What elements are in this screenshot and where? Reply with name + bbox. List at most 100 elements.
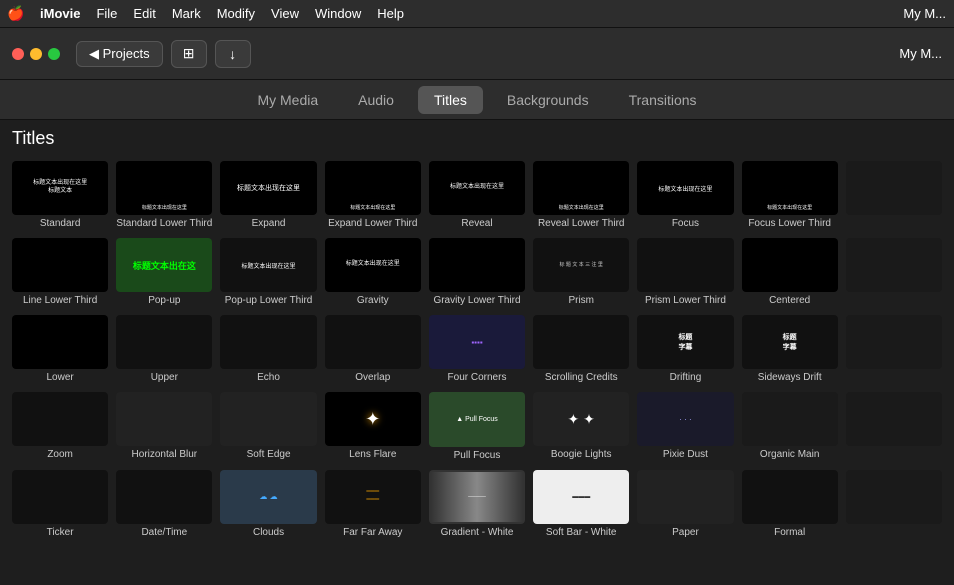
tile-thumb: ══════ bbox=[325, 470, 421, 524]
tile-thumb: ✦ bbox=[325, 392, 421, 446]
tile-zoom[interactable]: Zoom bbox=[12, 392, 108, 461]
tile-popup[interactable]: 标题文本出在这 Pop-up bbox=[116, 238, 212, 307]
tile-echo[interactable]: Echo bbox=[220, 315, 316, 384]
tile-label: Line Lower Third bbox=[23, 295, 97, 307]
tile-upper[interactable]: Upper bbox=[116, 315, 212, 384]
tile-label: Upper bbox=[151, 372, 178, 384]
tile-thumb bbox=[12, 238, 108, 292]
tile-lens-flare[interactable]: ✦ Lens Flare bbox=[325, 392, 421, 461]
tile-prism-lower[interactable]: Prism Lower Third bbox=[637, 238, 733, 307]
tile-lower[interactable]: Lower bbox=[12, 315, 108, 384]
tile-label: Reveal bbox=[461, 218, 492, 230]
tile-drifting[interactable]: 标题字幕 Drifting bbox=[637, 315, 733, 384]
tile-pixie[interactable]: · · · Pixie Dust bbox=[637, 392, 733, 461]
tile-label: Four Corners bbox=[448, 372, 507, 384]
tile-standard-lower[interactable]: 标题文本出现在这里 Standard Lower Third bbox=[116, 161, 212, 230]
tile-label: Horizontal Blur bbox=[132, 449, 198, 461]
tile-partial[interactable] bbox=[846, 315, 942, 384]
tile-thumb bbox=[116, 392, 212, 446]
grid-view-button[interactable]: ⊞ bbox=[171, 40, 207, 68]
projects-button[interactable]: ◀ Projects bbox=[76, 41, 163, 67]
tile-reveal[interactable]: 标题文本出现在这里 Reveal bbox=[429, 161, 525, 230]
tile-popup-lower[interactable]: 标题文本出现在这里 Pop-up Lower Third bbox=[220, 238, 316, 307]
maximize-button[interactable] bbox=[48, 48, 60, 60]
tile-label: Gradient - White bbox=[441, 527, 514, 539]
menu-help[interactable]: Help bbox=[377, 6, 404, 21]
tile-label: Gravity bbox=[357, 295, 389, 307]
menu-window[interactable]: Window bbox=[315, 6, 361, 21]
tile-label: Standard bbox=[40, 218, 81, 230]
toolbar: ◀ Projects ⊞ ↓ My M... bbox=[0, 28, 954, 80]
tile-ticker[interactable]: Ticker bbox=[12, 470, 108, 539]
tile-thumb: 标题文本出现在这里 bbox=[325, 238, 421, 292]
download-button[interactable]: ↓ bbox=[215, 40, 251, 68]
tile-line-lower[interactable]: Line Lower Third bbox=[12, 238, 108, 307]
tile-standard[interactable]: 标题文本出现在这里标题文本 Standard bbox=[12, 161, 108, 230]
tile-datetime[interactable]: Date/Time bbox=[116, 470, 212, 539]
tile-faraway[interactable]: ══════ Far Far Away bbox=[325, 470, 421, 539]
tile-four-corners[interactable]: ▪▪▪▪ Four Corners bbox=[429, 315, 525, 384]
tile-label: Soft Bar - White bbox=[546, 527, 617, 539]
tile-horiz-blur[interactable]: Horizontal Blur bbox=[116, 392, 212, 461]
tile-gradient-white[interactable]: ───── Gradient - White bbox=[429, 470, 525, 539]
tile-scrolling[interactable]: Scrolling Credits bbox=[533, 315, 629, 384]
tile-partial[interactable] bbox=[846, 238, 942, 307]
tile-boogie[interactable]: ✦ ✦ Boogie Lights bbox=[533, 392, 629, 461]
tile-label: Soft Edge bbox=[247, 449, 291, 461]
tile-thumb: 标题文本出现在这里 bbox=[429, 161, 525, 215]
tile-label: Gravity Lower Third bbox=[433, 295, 520, 307]
menu-edit[interactable]: Edit bbox=[133, 6, 155, 21]
tile-sideways[interactable]: 标题字幕 Sideways Drift bbox=[742, 315, 838, 384]
tile-label: Organic Main bbox=[760, 449, 819, 461]
tile-thumb bbox=[846, 392, 942, 446]
tile-formal[interactable]: Formal bbox=[742, 470, 838, 539]
tile-softbar[interactable]: ▬▬▬ Soft Bar - White bbox=[533, 470, 629, 539]
tile-thumb bbox=[12, 392, 108, 446]
tile-clouds[interactable]: ☁ ☁ Clouds bbox=[220, 470, 316, 539]
tile-gravity-lower[interactable]: Gravity Lower Third bbox=[429, 238, 525, 307]
tile-centered[interactable]: Centered bbox=[742, 238, 838, 307]
tile-thumb: 标题文本出现在这里 bbox=[533, 161, 629, 215]
tile-focus[interactable]: 标题文本出现在这里 Focus bbox=[637, 161, 733, 230]
tile-prism[interactable]: 标 题 文 本 三 注 里 Prism bbox=[533, 238, 629, 307]
menu-imovie[interactable]: iMovie bbox=[40, 6, 80, 21]
tile-thumb bbox=[533, 315, 629, 369]
tab-backgrounds[interactable]: Backgrounds bbox=[491, 86, 605, 114]
traffic-lights bbox=[12, 48, 60, 60]
menu-mark[interactable]: Mark bbox=[172, 6, 201, 21]
tile-overlap[interactable]: Overlap bbox=[325, 315, 421, 384]
tile-thumb bbox=[846, 470, 942, 524]
tile-partial[interactable] bbox=[846, 470, 942, 539]
tile-thumb bbox=[12, 470, 108, 524]
tab-transitions[interactable]: Transitions bbox=[613, 86, 713, 114]
tile-soft-edge[interactable]: Soft Edge bbox=[220, 392, 316, 461]
tile-thumb bbox=[116, 315, 212, 369]
tile-label: Reveal Lower Third bbox=[538, 218, 625, 230]
tab-audio[interactable]: Audio bbox=[342, 86, 410, 114]
close-button[interactable] bbox=[12, 48, 24, 60]
tile-label: Pixie Dust bbox=[663, 449, 708, 461]
tile-thumb: 标题文本出现在这里标题文本 bbox=[12, 161, 108, 215]
tile-expand-lower[interactable]: 标题文本出现在这里 Expand Lower Third bbox=[325, 161, 421, 230]
menu-file[interactable]: File bbox=[96, 6, 117, 21]
tile-organic[interactable]: Organic Main bbox=[742, 392, 838, 461]
tile-thumb: ▪▪▪▪ bbox=[429, 315, 525, 369]
tile-partial[interactable] bbox=[846, 161, 942, 230]
tile-label: Echo bbox=[257, 372, 280, 384]
tab-my-media[interactable]: My Media bbox=[241, 86, 334, 114]
tile-focus-lower[interactable]: 标题文本出现在这里 Focus Lower Third bbox=[742, 161, 838, 230]
apple-icon[interactable]: 🍎 bbox=[8, 6, 24, 22]
tile-thumb bbox=[846, 315, 942, 369]
tile-reveal-lower[interactable]: 标题文本出现在这里 Reveal Lower Third bbox=[533, 161, 629, 230]
tile-paper[interactable]: Paper bbox=[637, 470, 733, 539]
menu-view[interactable]: View bbox=[271, 6, 299, 21]
menu-modify[interactable]: Modify bbox=[217, 6, 255, 21]
minimize-button[interactable] bbox=[30, 48, 42, 60]
tile-partial[interactable] bbox=[846, 392, 942, 461]
tab-titles[interactable]: Titles bbox=[418, 86, 483, 114]
tile-gravity[interactable]: 标题文本出现在这里 Gravity bbox=[325, 238, 421, 307]
tile-pull-focus[interactable]: ▲ Pull Focus Pull Focus bbox=[429, 392, 525, 461]
nav-tabs: My Media Audio Titles Backgrounds Transi… bbox=[0, 80, 954, 120]
tile-label: Far Far Away bbox=[343, 527, 402, 539]
tile-expand[interactable]: 标题文本出现在这里 Expand bbox=[220, 161, 316, 230]
